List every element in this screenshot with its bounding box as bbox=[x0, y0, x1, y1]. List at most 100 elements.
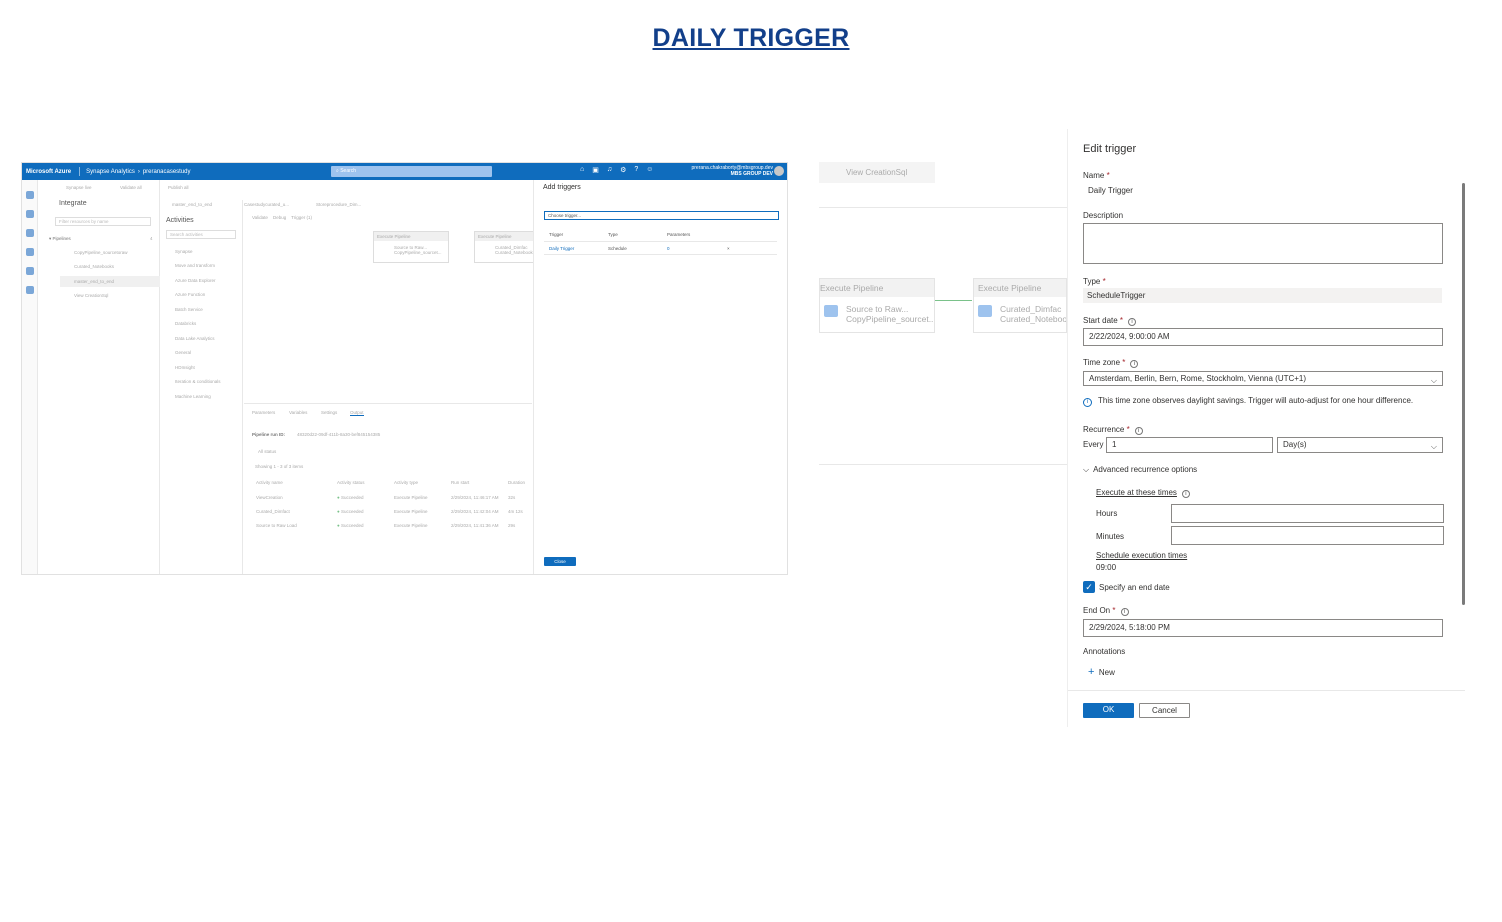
type-label-text: Type bbox=[1083, 277, 1101, 286]
tab-view-creationsql[interactable]: View CreationSql bbox=[819, 162, 935, 183]
pipeline-item[interactable]: View CreationSql bbox=[74, 293, 108, 298]
table-cell: Execute Pipeline bbox=[394, 523, 428, 528]
activity-group[interactable]: Azure Function bbox=[175, 292, 205, 297]
info-icon[interactable]: i bbox=[1130, 360, 1139, 368]
trigger-link[interactable]: Daily Trigger bbox=[549, 246, 574, 251]
cancel-button[interactable]: Cancel bbox=[1139, 703, 1190, 718]
every-unit-select[interactable]: Day(s) ⌵ bbox=[1277, 437, 1443, 453]
close-button[interactable]: Close bbox=[544, 557, 576, 566]
ok-button[interactable]: OK bbox=[1083, 703, 1134, 718]
remove-icon[interactable]: × bbox=[727, 246, 730, 251]
pipelines-section[interactable]: ▾ Pipelines bbox=[49, 236, 71, 242]
required-marker: * bbox=[1112, 606, 1116, 615]
trigger-parameters[interactable]: 0 bbox=[667, 246, 670, 251]
monitor-icon[interactable] bbox=[25, 267, 34, 275]
tab-output[interactable]: Output bbox=[350, 410, 364, 416]
table-cell[interactable]: Curated_Dimfact bbox=[256, 509, 290, 514]
info-icon[interactable]: i bbox=[1134, 427, 1143, 435]
hours-input[interactable] bbox=[1171, 504, 1444, 523]
schedule-times-label[interactable]: Schedule execution times bbox=[1096, 551, 1187, 560]
column-header[interactable]: Activity type bbox=[394, 480, 418, 485]
avatar[interactable] bbox=[774, 166, 784, 176]
info-icon[interactable]: i bbox=[1120, 608, 1129, 616]
integrate-icon[interactable] bbox=[25, 248, 34, 256]
publish-all-button[interactable]: Publish all bbox=[168, 185, 189, 190]
gear-icon[interactable]: ⚙ bbox=[620, 166, 626, 174]
help-icon[interactable]: ? bbox=[634, 166, 638, 174]
info-icon[interactable]: i bbox=[1181, 490, 1190, 498]
minutes-input[interactable] bbox=[1171, 526, 1444, 545]
pipeline-item-selected[interactable]: master_end_to_end bbox=[60, 276, 160, 287]
bell-icon[interactable]: ♫ bbox=[607, 166, 612, 174]
edit-trigger-title: Edit trigger bbox=[1083, 143, 1137, 155]
filter-resources-input[interactable]: Filter resources by name bbox=[55, 217, 151, 226]
user-info[interactable]: prerana.chakraborty@mbsgroup.dev MBS GRO… bbox=[691, 165, 773, 177]
activity-group[interactable]: Azure Data Explorer bbox=[175, 278, 216, 283]
column-header[interactable]: Activity status bbox=[337, 480, 365, 485]
breadcrumb-workspace[interactable]: preranacasestudy bbox=[143, 169, 191, 175]
activity-group[interactable]: Move and transform bbox=[175, 263, 215, 268]
description-textarea[interactable] bbox=[1083, 223, 1443, 264]
pipeline-item[interactable]: Curated_Notebooks bbox=[74, 264, 114, 269]
choose-trigger-select[interactable]: Choose trigger... bbox=[544, 211, 779, 220]
activity-group[interactable]: General bbox=[175, 350, 191, 355]
data-icon[interactable] bbox=[25, 210, 34, 218]
feedback-icon[interactable]: ⌂ bbox=[580, 166, 584, 174]
trigger-button[interactable]: Trigger (1) bbox=[291, 215, 312, 220]
tab-casestudycurated[interactable]: Casestudycurated_u... bbox=[244, 202, 289, 207]
status-text: Succeeded bbox=[340, 509, 364, 514]
scrollbar[interactable] bbox=[1462, 183, 1465, 605]
person-feedback-icon[interactable]: ☺ bbox=[646, 166, 653, 174]
table-cell[interactable]: ViewCreation bbox=[256, 495, 283, 500]
start-date-label: Start date * i bbox=[1083, 316, 1137, 326]
activity-group[interactable]: Machine Learning bbox=[175, 394, 211, 399]
manage-icon[interactable] bbox=[25, 286, 34, 294]
advanced-toggle[interactable]: ⌵ Advanced recurrence options bbox=[1083, 465, 1197, 475]
activity-group[interactable]: Data Lake Analytics bbox=[175, 336, 215, 341]
run-id-value: 48320d22-09df-411b-8a30-bef845154385 bbox=[297, 432, 381, 437]
new-annotation-label: New bbox=[1098, 668, 1115, 677]
advanced-label: Advanced recurrence options bbox=[1093, 465, 1198, 474]
pipeline-activity-node[interactable]: Execute Pipeline Source to Raw... CopyPip… bbox=[819, 278, 935, 333]
synapse-live-button[interactable]: Synapse live bbox=[66, 185, 92, 190]
status-filter[interactable]: All status bbox=[258, 449, 276, 454]
tab-storeprocedure[interactable]: Storeprocedure_Dim... bbox=[316, 202, 361, 207]
activity-group[interactable]: Synapse bbox=[175, 249, 193, 254]
activity-group[interactable]: Databricks bbox=[175, 321, 196, 326]
type-label: Type * bbox=[1083, 277, 1106, 286]
pipeline-item[interactable]: CopyPipeline_sourcetoraw bbox=[74, 250, 128, 255]
breadcrumb-service[interactable]: Synapse Analytics bbox=[86, 169, 135, 175]
column-header[interactable]: Run start bbox=[451, 480, 469, 485]
table-cell[interactable]: Source to Raw Load bbox=[256, 523, 297, 528]
tab-variables[interactable]: Variables bbox=[289, 410, 307, 415]
new-annotation-button[interactable]: + New bbox=[1088, 666, 1115, 678]
pipeline-activity-node[interactable]: Execute Pipeline Source to Raw... CopyPip… bbox=[373, 231, 449, 263]
end-on-input[interactable]: 2/29/2024, 5:18:00 PM bbox=[1083, 619, 1443, 637]
directory-icon[interactable]: ▣ bbox=[592, 166, 599, 174]
pipeline-activity-node[interactable]: Execute Pipeline Curated_Dimfac Curated_N… bbox=[973, 278, 1067, 333]
column-header[interactable]: Duration bbox=[508, 480, 525, 485]
search-activities-input[interactable]: Search activities bbox=[166, 230, 236, 239]
specify-end-date-checkbox[interactable]: ✓ bbox=[1083, 581, 1095, 593]
start-date-input[interactable]: 2/22/2024, 9:00:00 AM bbox=[1083, 328, 1443, 346]
time-zone-select[interactable]: Amsterdam, Berlin, Bern, Rome, Stockholm… bbox=[1083, 371, 1443, 386]
required-marker: * bbox=[1106, 171, 1110, 180]
table-cell: 29s bbox=[508, 523, 516, 528]
activity-group[interactable]: Iteration & conditionals bbox=[175, 379, 221, 384]
tab-settings[interactable]: Settings bbox=[321, 410, 337, 415]
info-icon[interactable]: i bbox=[1128, 318, 1137, 326]
home-icon[interactable] bbox=[25, 191, 34, 199]
activity-group[interactable]: HDInsight bbox=[175, 365, 195, 370]
chevron-down-icon: ⌵ bbox=[1083, 465, 1090, 474]
debug-button[interactable]: Debug bbox=[273, 215, 286, 220]
develop-icon[interactable] bbox=[25, 229, 34, 237]
tab-parameters[interactable]: Parameters bbox=[252, 410, 275, 415]
validate-all-button[interactable]: Validate all bbox=[120, 185, 142, 190]
every-input[interactable]: 1 bbox=[1106, 437, 1273, 453]
breadcrumb-chevron-icon: › bbox=[137, 168, 140, 175]
global-search-input[interactable]: ⌕ Search bbox=[331, 166, 492, 177]
azure-brand[interactable]: Microsoft Azure bbox=[26, 169, 71, 175]
validate-button[interactable]: Validate bbox=[252, 215, 268, 220]
activity-group[interactable]: Batch Service bbox=[175, 307, 203, 312]
column-header[interactable]: Activity name bbox=[256, 480, 283, 485]
